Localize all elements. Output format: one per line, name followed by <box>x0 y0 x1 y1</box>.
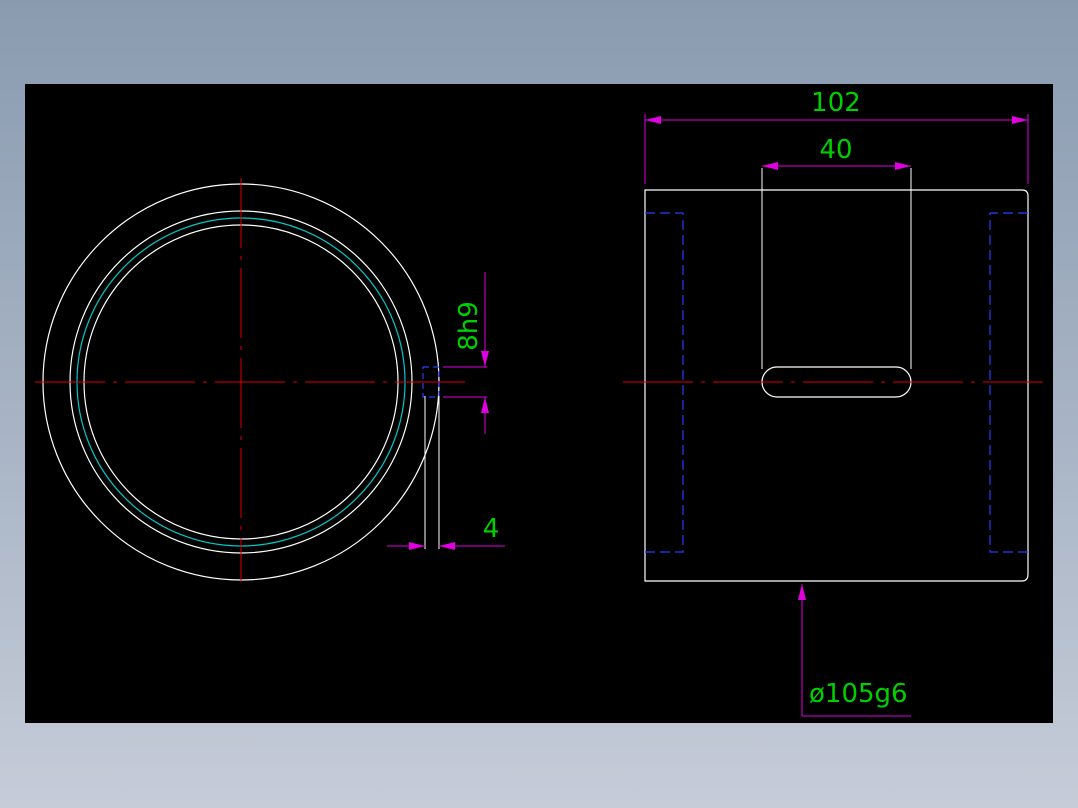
end-view: 8h9 4 <box>35 178 505 582</box>
technical-drawing: 8h9 4 102 40 ø105g6 <box>35 88 1043 717</box>
drawing-canvas[interactable]: 8h9 4 102 40 ø105g6 <box>25 84 1053 723</box>
body-outline <box>644 189 1029 582</box>
dim-40-text: 40 <box>819 135 852 165</box>
dim-4-text: 4 <box>483 514 500 544</box>
side-view: 102 40 ø105g6 <box>623 88 1043 717</box>
dim-diameter-text: ø105g6 <box>809 679 908 709</box>
dim-102-text: 102 <box>811 88 861 118</box>
dim-8h9-text: 8h9 <box>454 301 484 351</box>
